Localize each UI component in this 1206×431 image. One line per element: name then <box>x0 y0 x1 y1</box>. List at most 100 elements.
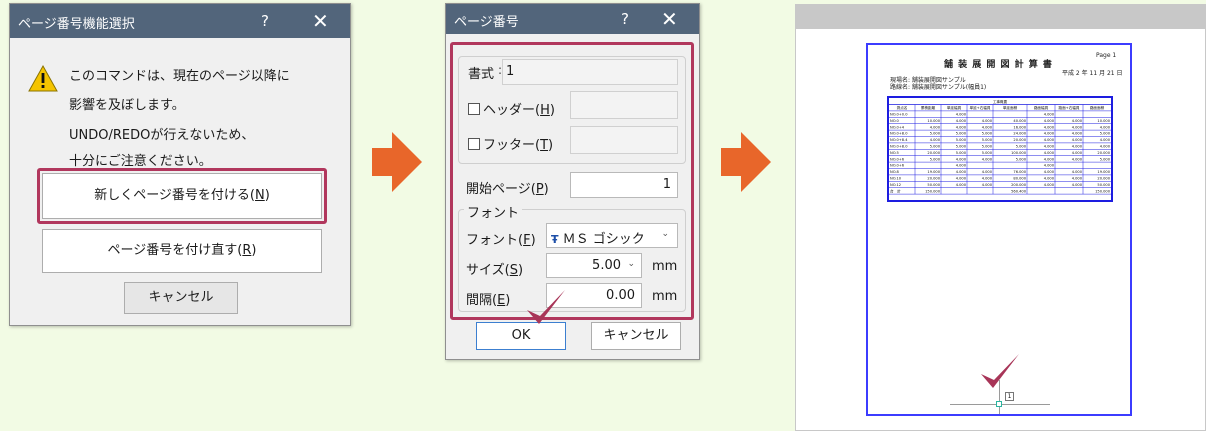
checkbox-box <box>468 103 480 115</box>
table-cell: 4.000 <box>1072 151 1083 155</box>
table-cell: 5.000 <box>1100 157 1111 161</box>
header-checkbox[interactable]: ヘッダー(H) <box>468 99 555 118</box>
header-label: ヘッダー( <box>483 103 541 118</box>
table-cell: 4.000 <box>1100 145 1111 149</box>
dialog-title: ページ番号機能選択 <box>18 17 135 32</box>
table-cell: 4.000 <box>1044 125 1055 129</box>
start-page-label: 開始ページ(P) <box>466 178 549 197</box>
cancel-button[interactable]: キャンセル <box>591 322 681 350</box>
spacing-label: 間隔(E) <box>466 289 510 308</box>
table-cell: 150.000 <box>1095 189 1111 193</box>
table-cell: 4.000 <box>956 119 967 123</box>
format-field[interactable]: 1 <box>502 59 678 85</box>
table-cell: 150.000 <box>925 189 941 193</box>
start-page-text: 開始ページ( <box>466 182 536 197</box>
label-suffix: ) <box>505 293 511 308</box>
table-cell: 5.000 <box>982 151 993 155</box>
route-name: 路線名: 舗装展開図サンプル(幅員1) <box>890 84 987 91</box>
table-cell: 4.000 <box>956 113 967 117</box>
table-cell: 4.000 <box>1100 138 1111 142</box>
help-icon[interactable]: ? <box>261 12 269 30</box>
header-accesskey: H <box>540 103 550 118</box>
label-suffix: ) <box>517 263 524 278</box>
truetype-font-icon: Ŧ <box>551 233 559 246</box>
table-cell: 5.000 <box>1016 157 1027 161</box>
table-cell: 4.000 <box>956 125 967 129</box>
table-cell: 4.000 <box>956 177 967 181</box>
table-cell: 4.000 <box>982 177 993 181</box>
message-line-3: UNDO/REDOが行えないため、 <box>69 128 255 143</box>
table-cell: 4.000 <box>1072 132 1083 136</box>
table-cell: 20.000 <box>927 151 940 155</box>
table-cell: 4.000 <box>1044 157 1055 161</box>
table-cell: 76.000 <box>1013 170 1026 174</box>
table-cell: NO.0+6 <box>890 157 905 161</box>
table-cell: 40.000 <box>1013 119 1026 123</box>
renumber-label: ページ番号を付け直す( <box>107 243 243 258</box>
size-value: 5.00 <box>592 258 621 273</box>
help-icon[interactable]: ? <box>621 10 629 28</box>
chevron-down-icon[interactable]: ⌄ <box>627 259 635 269</box>
table-cell: 4.000 <box>1044 164 1055 168</box>
calc-table-grid: 工事概要測点名 累積距離 単延幅員 単延+右幅員 単延面積 路面幅員 路面+右幅員 路面面積 N… <box>889 99 1111 195</box>
table-cell: 4.000 <box>1100 125 1111 129</box>
new-page-number-button[interactable]: 新しくページ番号を付ける(N) <box>42 173 322 219</box>
cancel-button[interactable]: キャンセル <box>124 282 238 314</box>
calc-table: 工事概要 測点名 累積距離 単延幅員 単延+右幅員 単延面積 路面幅員 路面+右幅員 路面面積 N… <box>887 96 1113 202</box>
table-header-cell: 単延面積 <box>1003 105 1018 110</box>
table-cell: 5.000 <box>1100 132 1111 136</box>
table-cell: 5.000 <box>982 145 993 149</box>
table-cell: 4.000 <box>956 157 967 161</box>
table-cell: 4.000 <box>1044 151 1055 155</box>
spacing-text: 間隔( <box>466 293 498 308</box>
start-page-accesskey: P <box>535 182 544 197</box>
table-cell: 合 計 <box>890 188 901 193</box>
size-label: サイズ(S) <box>466 259 523 278</box>
size-unit: mm <box>652 259 678 274</box>
checkbox-box <box>468 138 480 150</box>
font-label: フォント(F) <box>466 229 536 248</box>
size-input[interactable]: 5.00 ⌄ <box>546 253 642 278</box>
close-icon[interactable]: ✕ <box>312 9 329 33</box>
chevron-down-icon[interactable]: ⌄ <box>661 229 669 239</box>
footer-anchor-handle[interactable] <box>996 401 1002 407</box>
table-cell: 24.000 <box>1013 132 1026 136</box>
label-suffix: ) <box>549 103 555 118</box>
table-cell: 5.000 <box>956 138 967 142</box>
table-cell: 19.000 <box>1097 170 1110 174</box>
arrow-right-icon <box>721 132 771 192</box>
table-cell: 4.000 <box>982 170 993 174</box>
footer-checkbox[interactable]: フッター(T) <box>468 134 553 153</box>
table-cell: 4.000 <box>982 119 993 123</box>
footer-field[interactable] <box>570 126 678 154</box>
checkmark-icon <box>981 354 1019 388</box>
document-date: 平成 2 年 11 月 21 日 <box>1062 70 1123 77</box>
table-cell: 4.000 <box>1072 157 1083 161</box>
warning-icon <box>28 64 58 92</box>
table-cell: 4.000 <box>1072 138 1083 142</box>
size-accesskey: S <box>509 263 518 278</box>
start-page-input[interactable]: 1 <box>570 172 678 198</box>
table-cell: NO.0 <box>890 119 900 123</box>
table-cell: 4.000 <box>1044 132 1055 136</box>
table-cell: NO.5 <box>890 151 899 155</box>
size-text: サイズ( <box>466 263 510 278</box>
button-suffix: ) <box>264 188 270 203</box>
table-cell: 10.000 <box>927 119 940 123</box>
document-title: 舗 装 展 開 図 計 算 書 <box>944 60 1053 70</box>
font-text: フォント( <box>466 233 524 248</box>
new-page-number-label: 新しくページ番号を付ける( <box>94 188 255 203</box>
label-suffix: ) <box>543 182 549 197</box>
checkmark-icon <box>527 290 565 324</box>
close-icon[interactable]: ✕ <box>661 7 678 31</box>
header-field[interactable] <box>570 91 678 119</box>
table-cell: 4.000 <box>1072 183 1083 187</box>
table-cell: 200.000 <box>1011 183 1027 187</box>
table-cell: 4.000 <box>1044 138 1055 142</box>
table-cell: 20.000 <box>1013 138 1026 142</box>
font-select[interactable]: Ŧ ＭＳ ゴシック ⌄ <box>546 223 678 248</box>
table-cell: 560.400 <box>1011 189 1027 193</box>
table-cell: 4.000 <box>982 183 993 187</box>
renumber-pages-button[interactable]: ページ番号を付け直す(R) <box>42 229 322 273</box>
table-header-cell: 路面+右幅員 <box>1059 105 1080 110</box>
